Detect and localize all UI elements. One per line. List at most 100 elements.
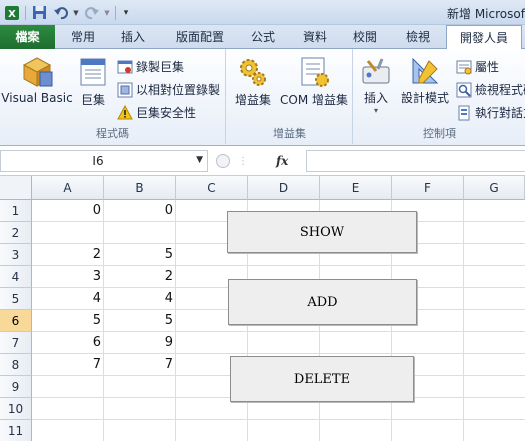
cell-a8[interactable]: 7 xyxy=(32,354,104,376)
group-addins-label: 增益集 xyxy=(273,127,306,140)
show-button[interactable]: SHOW xyxy=(227,211,417,253)
tab-insert[interactable]: 插入 xyxy=(110,25,156,49)
addins-button[interactable]: 增益集 xyxy=(231,55,275,108)
column-header-b[interactable]: B xyxy=(104,176,176,200)
ribbon-tabs: 檔案 常用 插入 版面配置 公式 資料 校閱 檢視 開發人員 xyxy=(0,25,525,50)
add-button[interactable]: ADD xyxy=(228,279,417,325)
cell-b6[interactable]: 5 xyxy=(104,310,176,332)
view-code-button[interactable]: 檢視程式碼 xyxy=(456,80,525,99)
record-macro-button[interactable]: 錄製巨集 xyxy=(117,57,184,76)
cell-b1[interactable]: 0 xyxy=(104,200,176,222)
formula-bar: I6 ▼ ⋮ fx xyxy=(0,146,525,176)
formula-controls: ⋮ fx xyxy=(214,150,306,172)
cell-b5[interactable]: 4 xyxy=(104,288,176,310)
tab-review[interactable]: 校閱 xyxy=(342,25,388,49)
design-mode-button[interactable]: 設計模式 xyxy=(396,55,454,106)
group-controls-label: 控制項 xyxy=(423,127,456,140)
delete-button[interactable]: DELETE xyxy=(230,356,414,402)
row-header-2[interactable]: 2 xyxy=(0,222,32,244)
group-code: Visual Basic 巨集 錄製巨集 以相對位置錄製 巨集安全性 程式碼 xyxy=(0,49,226,144)
redo-dropdown-icon[interactable]: ▼ xyxy=(103,3,111,22)
row-header-5[interactable]: 5 xyxy=(0,288,32,310)
column-header-e[interactable]: E xyxy=(320,176,392,200)
visual-basic-icon xyxy=(22,57,53,87)
cell-a6[interactable]: 5 xyxy=(32,310,104,332)
tab-page-layout[interactable]: 版面配置 xyxy=(164,25,236,49)
row-header-9[interactable]: 9 xyxy=(0,376,32,398)
save-icon[interactable] xyxy=(30,3,49,22)
cell-a4[interactable]: 3 xyxy=(32,266,104,288)
grid-line xyxy=(32,419,525,420)
macros-label: 巨集 xyxy=(80,93,105,107)
excel-app-icon[interactable]: X xyxy=(2,3,21,22)
column-header-d[interactable]: D xyxy=(248,176,320,200)
com-addins-button[interactable]: COM 增益集 xyxy=(277,55,351,108)
separator xyxy=(25,5,26,20)
macro-security-button[interactable]: 巨集安全性 xyxy=(117,103,196,122)
title-bar: X ▼ ▼ ▾ 新增 Microsoft xyxy=(0,0,525,25)
resize-handle-icon[interactable]: ⋮ xyxy=(238,156,248,167)
row-header-8[interactable]: 8 xyxy=(0,354,32,376)
svg-text:X: X xyxy=(8,9,16,20)
group-code-label: 程式碼 xyxy=(96,127,129,140)
record-macro-label: 錄製巨集 xyxy=(136,60,185,74)
relative-reference-button[interactable]: 以相對位置錄製 xyxy=(117,80,220,99)
name-box[interactable]: I6 ▼ xyxy=(0,150,208,172)
design-mode-label: 設計模式 xyxy=(400,91,449,105)
column-header-a[interactable]: A xyxy=(32,176,104,200)
undo-dropdown-icon[interactable]: ▼ xyxy=(72,3,80,22)
tab-formulas[interactable]: 公式 xyxy=(240,25,286,49)
row-header-4[interactable]: 4 xyxy=(0,266,32,288)
formula-cancel-icon[interactable] xyxy=(216,154,230,168)
customize-qat-icon[interactable]: ▾ xyxy=(120,3,132,22)
toolbox-icon xyxy=(362,58,390,84)
column-header-f[interactable]: F xyxy=(392,176,464,200)
worksheet[interactable]: A B C D E F G 1 2 3 4 5 6 7 8 9 10 11 0 … xyxy=(0,176,525,441)
grid-line xyxy=(463,200,464,441)
row-header-3[interactable]: 3 xyxy=(0,244,32,266)
undo-icon[interactable] xyxy=(51,3,70,22)
properties-button[interactable]: 屬性 xyxy=(456,57,499,76)
macro-security-label: 巨集安全性 xyxy=(136,106,197,120)
name-box-dropdown-icon[interactable]: ▼ xyxy=(196,155,203,165)
cell-b7[interactable]: 9 xyxy=(104,332,176,354)
macros-button[interactable]: 巨集 xyxy=(76,55,110,108)
row-header-7[interactable]: 7 xyxy=(0,332,32,354)
column-header-g[interactable]: G xyxy=(464,176,525,200)
addins-gear-icon xyxy=(240,59,266,86)
run-dialog-icon xyxy=(458,105,470,120)
addins-label: 增益集 xyxy=(234,93,271,107)
relative-reference-label: 以相對位置錄製 xyxy=(136,83,221,97)
row-header-1[interactable]: 1 xyxy=(0,200,32,222)
cell-a7[interactable]: 6 xyxy=(32,332,104,354)
column-header-c[interactable]: C xyxy=(176,176,248,200)
formula-input[interactable] xyxy=(306,150,525,172)
run-dialog-button[interactable]: 執行對話方塊 xyxy=(456,103,525,122)
tab-file[interactable]: 檔案 xyxy=(0,25,55,49)
cell-b3[interactable]: 5 xyxy=(104,244,176,266)
cell-b8[interactable]: 7 xyxy=(104,354,176,376)
tab-home[interactable]: 常用 xyxy=(60,25,106,49)
cell-a3[interactable]: 2 xyxy=(32,244,104,266)
separator xyxy=(115,5,116,20)
row-header-11[interactable]: 11 xyxy=(0,420,32,441)
tab-view[interactable]: 檢視 xyxy=(395,25,441,49)
cell-a5[interactable]: 4 xyxy=(32,288,104,310)
tab-developer[interactable]: 開發人員 xyxy=(446,25,522,50)
view-code-label: 檢視程式碼 xyxy=(475,83,525,97)
row-header-6[interactable]: 6 xyxy=(0,310,32,332)
record-macro-icon xyxy=(117,60,133,73)
insert-function-icon[interactable]: fx xyxy=(276,154,288,168)
cell-a1[interactable]: 0 xyxy=(32,200,104,222)
visual-basic-button[interactable]: Visual Basic xyxy=(1,55,73,105)
insert-control-label: 插入 xyxy=(363,91,388,105)
properties-label: 屬性 xyxy=(475,60,500,74)
redo-icon[interactable] xyxy=(82,3,101,22)
row-header-10[interactable]: 10 xyxy=(0,398,32,420)
view-code-icon xyxy=(456,82,472,97)
insert-control-button[interactable]: 插入 ▾ xyxy=(358,55,394,115)
tab-data[interactable]: 資料 xyxy=(292,25,338,49)
cell-b4[interactable]: 2 xyxy=(104,266,176,288)
select-all-corner[interactable] xyxy=(0,176,32,200)
run-dialog-label: 執行對話方塊 xyxy=(475,106,525,120)
